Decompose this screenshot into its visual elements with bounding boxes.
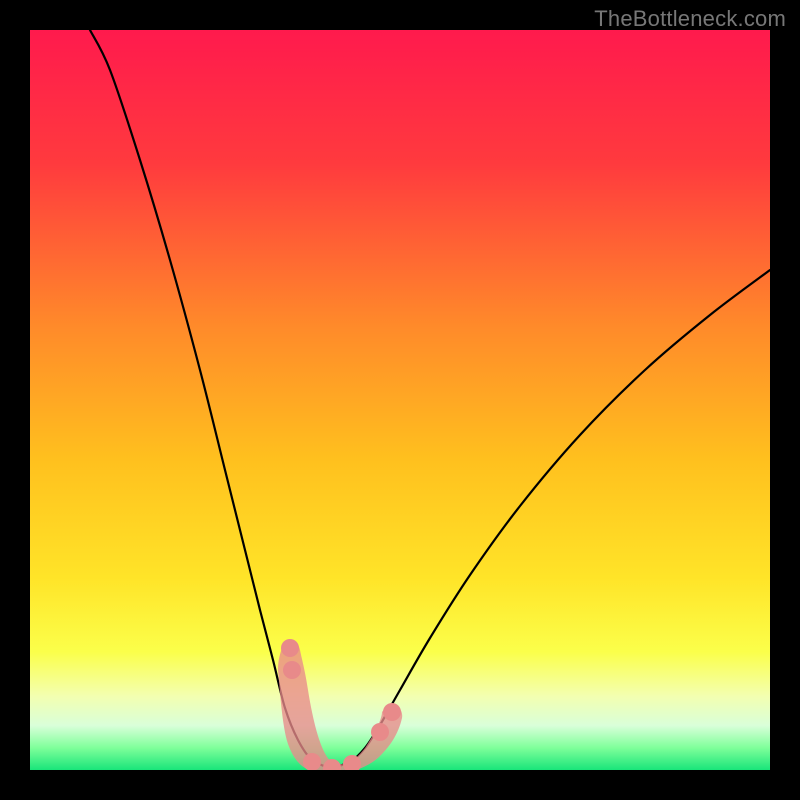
gradient-background [30, 30, 770, 770]
trough-dot [371, 723, 389, 741]
trough-dot [283, 661, 301, 679]
trough-dot [281, 639, 299, 657]
trough-dot [383, 703, 401, 721]
chart-frame: TheBottleneck.com [0, 0, 800, 800]
watermark-text: TheBottleneck.com [594, 6, 786, 32]
plot-area [30, 30, 770, 770]
chart-svg [30, 30, 770, 770]
